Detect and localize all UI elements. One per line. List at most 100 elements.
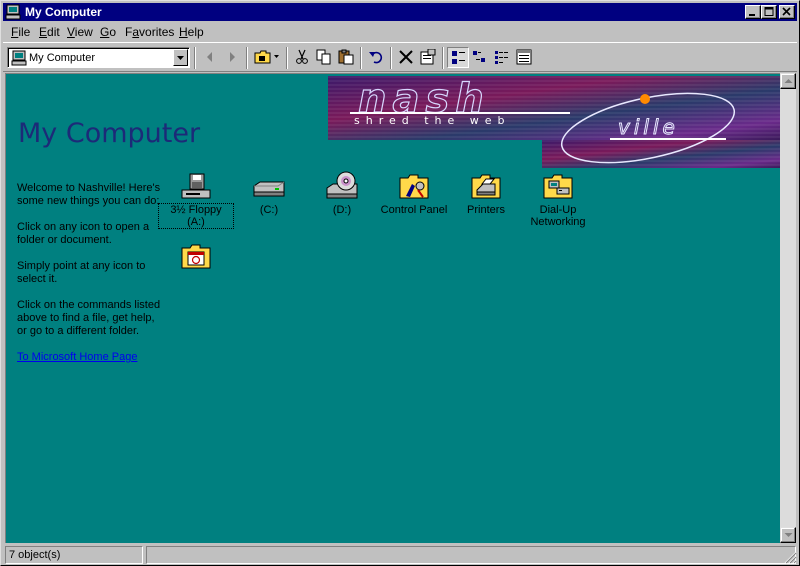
explorer-window: My Computer File Edit View Go Favorites … — [0, 0, 800, 566]
toolbar-separator — [442, 47, 444, 69]
forward-button[interactable] — [221, 47, 243, 68]
info-commands: Click on the commands listed above to fi… — [17, 299, 161, 337]
menu-go[interactable]: Go — [100, 25, 116, 39]
close-button[interactable] — [779, 5, 795, 19]
printers[interactable]: Printers — [449, 170, 523, 216]
menu-help[interactable]: Help — [179, 25, 204, 39]
drive-d-label: (D:) — [332, 204, 352, 216]
folder-view[interactable]: nash shred the web ville My Computer Wel… — [5, 73, 780, 543]
menu-help-rest: elp — [187, 25, 204, 39]
scissors-icon — [296, 49, 308, 64]
status-bar: 7 object(s) — [3, 546, 797, 564]
status-object-count: 7 object(s) — [5, 546, 143, 564]
printers-label: Printers — [467, 204, 505, 216]
address-combobox[interactable]: My Computer — [7, 47, 190, 68]
status-text: 7 object(s) — [9, 549, 61, 561]
undo-icon — [369, 51, 383, 64]
menu-file-rest: ile — [18, 25, 31, 39]
delete-x-icon — [399, 50, 413, 64]
address-dropdown-button[interactable] — [173, 49, 188, 66]
scheduled-tasks-folder[interactable] — [159, 240, 233, 284]
properties-icon — [420, 49, 436, 65]
view-large-icons-button[interactable] — [447, 47, 469, 68]
view-small-icons-button[interactable] — [469, 47, 491, 68]
view-details-button[interactable] — [513, 47, 535, 68]
cut-button[interactable] — [291, 47, 313, 68]
forward-arrow-icon — [230, 52, 235, 62]
scroll-up-button[interactable] — [780, 73, 796, 89]
menu-edit[interactable]: Edit — [39, 25, 60, 39]
menu-file[interactable]: File — [11, 25, 30, 39]
resize-grip-icon[interactable] — [783, 550, 797, 564]
dialup-networking[interactable]: Dial-Up Networking — [521, 170, 595, 228]
menu-view-rest: iew — [74, 25, 93, 39]
toolbar-separator — [390, 47, 392, 69]
printers-folder-icon — [471, 174, 501, 199]
dialup-networking-icon — [543, 174, 573, 199]
toolbar-separator — [286, 47, 288, 69]
control-panel[interactable]: Control Panel — [377, 170, 451, 216]
list-view-icon — [495, 51, 508, 64]
nashville-banner: nash shred the web ville — [328, 76, 780, 168]
back-button[interactable] — [199, 47, 221, 68]
small-icons-view-icon — [473, 51, 485, 62]
menu-favorites[interactable]: Favorites — [125, 25, 174, 39]
scroll-down-button[interactable] — [780, 527, 796, 543]
status-panel-secondary — [146, 546, 796, 564]
properties-button[interactable] — [417, 47, 439, 68]
scroll-down-arrow-icon — [784, 533, 793, 537]
floppy-drive-icon — [181, 173, 211, 199]
copy-button[interactable] — [313, 47, 335, 68]
toolbar: My Computer — [3, 42, 797, 72]
info-panel: Welcome to Nashville! Here's some new th… — [17, 182, 167, 364]
toolbar-separator — [194, 47, 196, 69]
drive-d[interactable]: (D:) — [305, 170, 379, 216]
page-title: My Computer — [18, 118, 201, 149]
toolbar-separator — [246, 47, 248, 69]
menu-favorites-rest: vorites — [139, 25, 175, 39]
close-icon — [782, 7, 791, 16]
menu-edit-key: E — [39, 25, 48, 39]
title-bar[interactable]: My Computer — [3, 3, 797, 21]
menu-help-key: H — [179, 25, 188, 39]
back-arrow-icon — [207, 52, 212, 62]
control-panel-label: Control Panel — [380, 204, 448, 216]
delete-button[interactable] — [395, 47, 417, 68]
my-computer-icon — [5, 4, 21, 20]
menu-go-key: G — [100, 25, 110, 39]
drive-floppy-label: 3½ Floppy (A:) — [158, 203, 234, 229]
my-computer-icon — [11, 50, 27, 66]
vertical-scrollbar[interactable] — [780, 73, 796, 543]
info-welcome: Welcome to Nashville! Here's some new th… — [17, 182, 161, 207]
microsoft-home-link[interactable]: To Microsoft Home Page — [17, 351, 137, 363]
undo-button[interactable] — [365, 47, 387, 68]
view-list-button[interactable] — [491, 47, 513, 68]
control-panel-icon — [399, 174, 429, 199]
address-value: My Computer — [29, 52, 96, 64]
menu-edit-rest: dit — [47, 25, 60, 39]
drive-c-label: (C:) — [259, 204, 279, 216]
scheduled-tasks-folder-icon — [181, 244, 211, 269]
minimize-button[interactable] — [745, 5, 761, 19]
drive-c[interactable]: (C:) — [232, 170, 306, 216]
up-folder-button[interactable] — [251, 47, 283, 68]
dialup-networking-label: Dial-Up Networking — [530, 204, 586, 228]
paste-button[interactable] — [335, 47, 357, 68]
menu-go-rest: o — [109, 25, 117, 39]
maximize-icon — [764, 7, 774, 16]
menu-view[interactable]: View — [67, 25, 93, 39]
details-view-icon — [516, 49, 532, 65]
paste-icon — [338, 49, 354, 65]
cd-drive-icon — [326, 171, 358, 199]
large-icons-view-icon — [452, 51, 465, 64]
minimize-icon — [749, 14, 755, 16]
banner-word-ville: ville — [618, 115, 679, 139]
menu-view-key: V — [67, 25, 75, 39]
folder-up-icon — [254, 50, 279, 64]
toolbar-separator — [360, 47, 362, 69]
maximize-button[interactable] — [761, 5, 777, 19]
copy-icon — [316, 49, 331, 65]
info-click-icon: Click on any icon to open a folder or do… — [17, 221, 150, 246]
menu-bar: File Edit View Go Favorites Help — [3, 22, 797, 41]
drive-floppy-a[interactable]: 3½ Floppy (A:) — [158, 170, 234, 229]
